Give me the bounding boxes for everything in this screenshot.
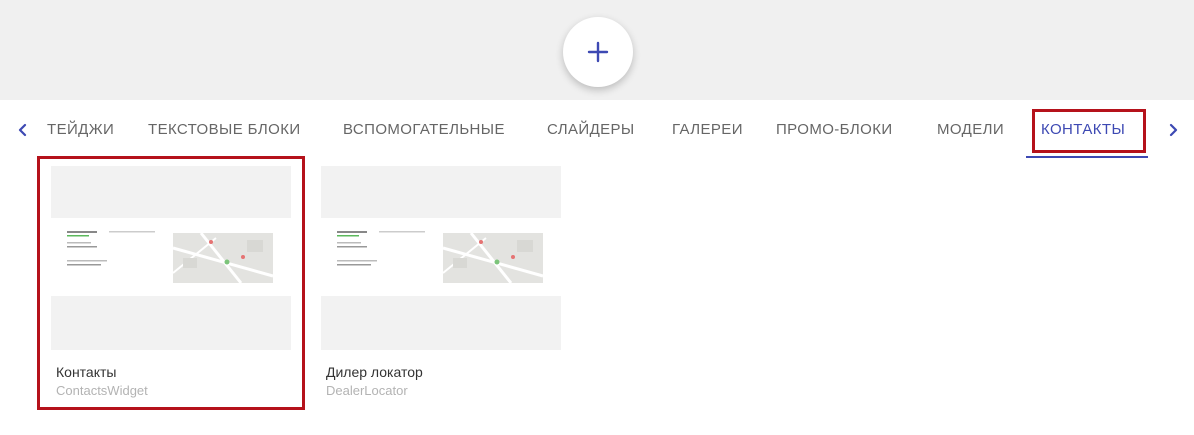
widget-preview [51,166,291,350]
tab-contacts[interactable]: КОНТАКТЫ [1041,120,1125,140]
plus-icon [587,41,609,63]
widget-subtitle: ContactsWidget [56,383,148,398]
top-toolbar [0,0,1194,100]
category-tabs: ТЕЙДЖИ ТЕКСТОВЫЕ БЛОКИ ВСПОМОГАТЕЛЬНЫЕ С… [0,100,1194,162]
widget-title: Контакты [56,364,117,380]
active-tab-indicator [1026,156,1148,158]
widget-card-dealer-locator[interactable]: Дилер локатор DealerLocator [321,166,561,399]
tab-auxiliary[interactable]: ВСПОМОГАТЕЛЬНЫЕ [343,120,505,140]
widget-preview [321,166,561,350]
widget-card-contacts[interactable]: Контакты ContactsWidget [51,166,291,399]
tab-teaser[interactable]: ТЕЙДЖИ [47,120,114,140]
tab-galleries[interactable]: ГАЛЕРЕИ [672,120,743,140]
widget-subtitle: DealerLocator [326,383,408,398]
chevron-left-icon [18,123,27,137]
tab-text-blocks[interactable]: ТЕКСТОВЫЕ БЛОКИ [148,120,301,140]
tabs-next-button[interactable] [1161,118,1185,142]
contacts-map-preview [67,231,274,284]
tab-models[interactable]: МОДЕЛИ [937,120,1004,140]
dealer-map-preview [337,231,544,284]
widget-title: Дилер локатор [326,364,423,380]
tab-sliders[interactable]: СЛАЙДЕРЫ [547,120,635,140]
add-block-button[interactable] [563,17,633,87]
tabs-prev-button[interactable] [11,118,35,142]
tab-promo-blocks[interactable]: ПРОМО-БЛОКИ [776,120,893,140]
chevron-right-icon [1169,123,1178,137]
